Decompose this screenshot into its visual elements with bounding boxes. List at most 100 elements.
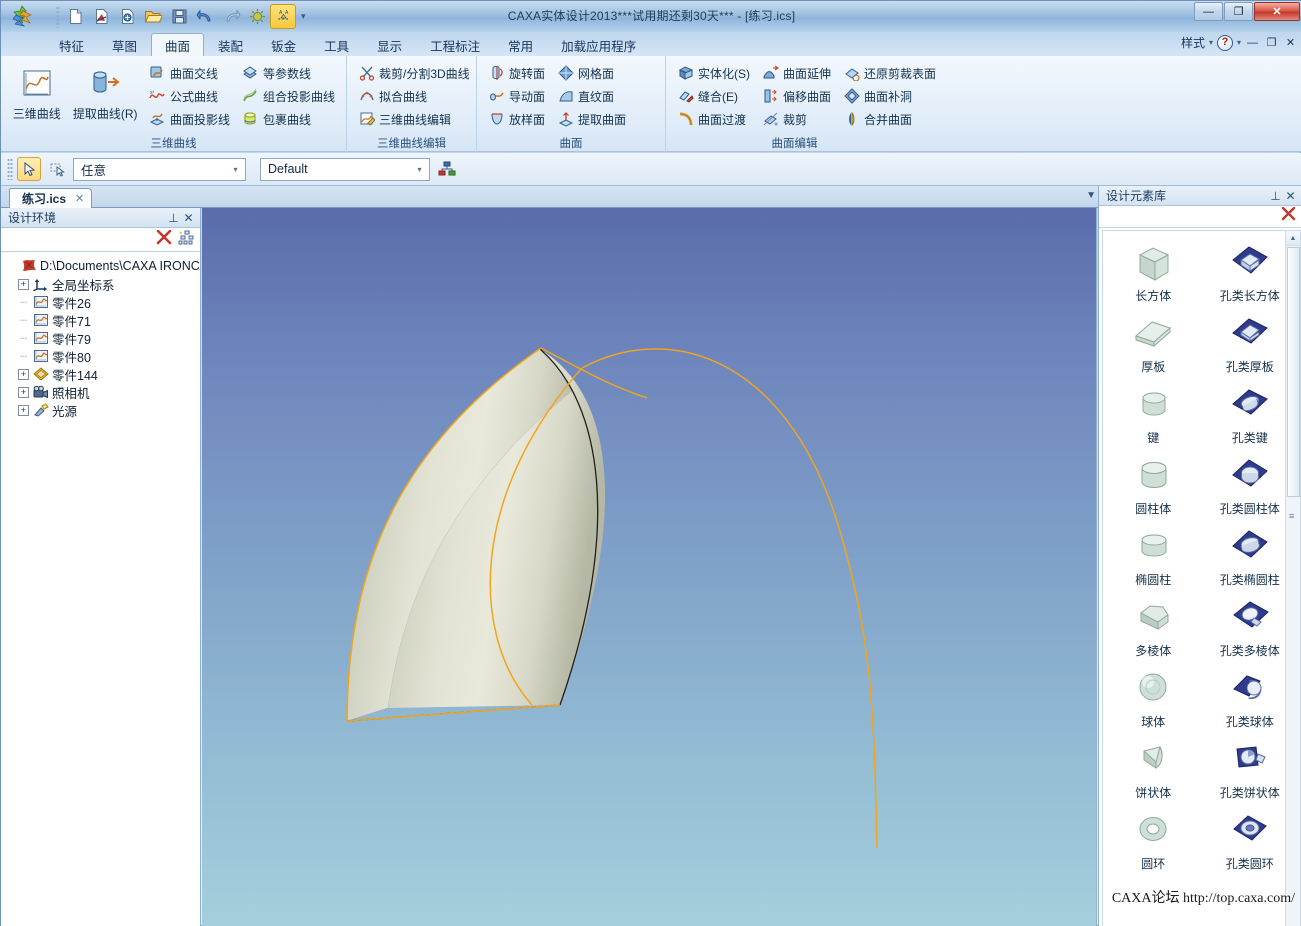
button-offset-surface[interactable]: 偏移曲面	[757, 85, 836, 107]
expander-icon[interactable]: +	[18, 278, 29, 290]
pin-icon[interactable]: ⊥	[166, 211, 181, 225]
arrow-select-icon[interactable]	[17, 157, 41, 181]
button-combined-projection-curve[interactable]: 组合投影曲线	[237, 85, 340, 107]
new-part-icon[interactable]	[89, 5, 113, 28]
qat-gripper[interactable]	[56, 5, 60, 28]
close-button[interactable]: ✕	[1254, 2, 1300, 21]
tree-item-part144[interactable]: + 零件144	[4, 365, 200, 383]
library-item-sphere-hole[interactable]: 孔类球体	[1202, 663, 1299, 730]
tab-display[interactable]: 显示	[363, 33, 416, 56]
library-item-plate-hole[interactable]: 孔类厚板	[1202, 308, 1299, 375]
library-catalog[interactable]: 长方体 孔类长方体 厚板 孔类厚板 键 孔类键 圆柱体 孔类圆柱体 椭圆柱 孔类…	[1102, 230, 1301, 926]
tab-sketch[interactable]: 草图	[98, 33, 151, 56]
app-logo[interactable]	[1, 1, 41, 32]
minimize-button[interactable]: —	[1194, 2, 1223, 21]
doc-close-button[interactable]: ✕	[1283, 36, 1298, 49]
library-item-torus-hole[interactable]: 孔类圆环	[1202, 805, 1299, 872]
design-environment-close-icon[interactable]: ✕	[181, 211, 196, 225]
style-label[interactable]: 样式	[1181, 34, 1205, 51]
button-extract-surface[interactable]: 提取曲面	[552, 108, 631, 130]
library-item-polyhedron[interactable]: 多棱体	[1105, 592, 1202, 659]
button-revolve-surface[interactable]: 旋转面	[483, 62, 550, 84]
style-dropdown-icon[interactable]: ▾	[1209, 38, 1213, 47]
tree-item-global-cs[interactable]: + 全局坐标系	[4, 275, 200, 293]
toolbar-gripper[interactable]	[7, 158, 13, 180]
button-stitch[interactable]: 缝合(E)	[672, 85, 755, 107]
library-vertical-scrollbar[interactable]: ▲ ≡	[1285, 231, 1300, 926]
library-item-key-hole[interactable]: 孔类键	[1202, 379, 1299, 446]
document-tab-practice[interactable]: 练习.ics ✕	[9, 188, 93, 208]
button-3d-curve[interactable]: 三维曲线	[7, 60, 67, 123]
library-item-wedge[interactable]: 饼状体	[1105, 734, 1202, 801]
button-ruled-surface[interactable]: 直纹面	[552, 85, 631, 107]
tab-tools[interactable]: 工具	[310, 33, 363, 56]
library-pin-icon[interactable]: ⊥	[1268, 189, 1283, 203]
delete-icon[interactable]	[156, 229, 172, 250]
button-solidify[interactable]: 实体化(S)	[672, 62, 755, 84]
button-patch-hole[interactable]: 曲面补洞	[838, 85, 941, 107]
tab-common[interactable]: 常用	[494, 33, 547, 56]
tab-assembly[interactable]: 装配	[204, 33, 257, 56]
button-surface-blend[interactable]: 曲面过渡	[672, 108, 755, 130]
expander-icon[interactable]: +	[18, 368, 29, 380]
tab-sheetmetal[interactable]: 钣金	[257, 33, 310, 56]
button-surface-projection[interactable]: 曲面投影线	[144, 108, 235, 130]
tree-item-part79[interactable]: ┄ 零件79	[4, 329, 200, 347]
library-close-icon[interactable]: ✕	[1283, 189, 1298, 203]
library-item-elliptic-cylinder-hole[interactable]: 孔类椭圆柱	[1202, 521, 1299, 588]
library-item-torus[interactable]: 圆环	[1105, 805, 1202, 872]
tree-item-part26[interactable]: ┄ 零件26	[4, 293, 200, 311]
button-formula-curve[interactable]: x² 公式曲线	[144, 85, 235, 107]
button-trim-split-3d-curve[interactable]: 裁剪/分割3D曲线	[353, 62, 475, 84]
style-combo-dropdown-icon[interactable]: ▾	[412, 165, 427, 174]
library-item-polyhedron-hole[interactable]: 孔类多棱体	[1202, 592, 1299, 659]
new-drawing-icon[interactable]	[115, 5, 139, 28]
3d-viewport[interactable]	[202, 208, 1097, 926]
button-loft-surface[interactable]: 放样面	[483, 108, 550, 130]
tree-item-part71[interactable]: ┄ 零件71	[4, 311, 200, 329]
button-mesh-surface[interactable]: 网格面	[552, 62, 631, 84]
button-isoparametric-curve[interactable]: 等参数线	[237, 62, 340, 84]
library-item-cylinder-hole[interactable]: 孔类圆柱体	[1202, 450, 1299, 517]
button-trim[interactable]: 裁剪	[757, 108, 836, 130]
tab-features[interactable]: 特征	[45, 33, 98, 56]
tree-item-root[interactable]: D:\Documents\CAXA IRONC/	[4, 257, 200, 275]
undo-icon[interactable]	[193, 5, 217, 28]
button-extract-curve[interactable]: 提取曲线(R)	[67, 60, 144, 123]
library-item-box-hole[interactable]: 孔类长方体	[1202, 237, 1299, 304]
button-merge-surface[interactable]: 合并曲面	[838, 108, 941, 130]
library-item-cylinder[interactable]: 圆柱体	[1105, 450, 1202, 517]
button-surface-intersection[interactable]: 曲面交线	[144, 62, 235, 84]
button-fit-curve[interactable]: 拟合曲线	[353, 85, 475, 107]
tab-engineering-annotation[interactable]: 工程标注	[416, 33, 494, 56]
button-edit-3d-curve[interactable]: 三维曲线编辑	[353, 108, 475, 130]
open-icon[interactable]	[141, 5, 165, 28]
library-item-key[interactable]: 键	[1105, 379, 1202, 446]
tree-item-camera[interactable]: + 照相机	[4, 383, 200, 401]
library-clear-icon[interactable]	[1281, 206, 1296, 226]
expander-icon[interactable]: +	[18, 386, 29, 398]
save-icon[interactable]	[167, 5, 191, 28]
tab-surface[interactable]: 曲面	[151, 33, 205, 56]
style-combo[interactable]: Default ▾	[260, 157, 430, 181]
library-item-elliptic-cylinder[interactable]: 椭圆柱	[1105, 521, 1202, 588]
doc-minimize-button[interactable]: —	[1245, 37, 1260, 49]
doc-restore-button[interactable]: ❐	[1264, 36, 1279, 49]
box-select-icon[interactable]	[45, 157, 69, 181]
smart-dimension-icon[interactable]: AAaaa	[270, 4, 296, 29]
redo-icon[interactable]	[219, 5, 243, 28]
library-item-sphere[interactable]: 球体	[1105, 663, 1202, 730]
library-item-box[interactable]: 长方体	[1105, 237, 1202, 304]
document-tab-close-icon[interactable]: ✕	[75, 192, 84, 205]
help-dropdown-icon[interactable]: ▾	[1237, 38, 1241, 47]
qat-more-icon[interactable]: ▾	[301, 11, 306, 22]
maximize-button[interactable]: ❐	[1224, 2, 1253, 21]
document-tab-dropdown-icon[interactable]: ▼	[1086, 190, 1096, 201]
scrollbar-thumb[interactable]	[1287, 247, 1300, 497]
tree-structure-icon[interactable]	[178, 230, 195, 250]
library-item-wedge-hole[interactable]: 孔类饼状体	[1202, 734, 1299, 801]
button-sweep-surface[interactable]: 导动面	[483, 85, 550, 107]
new-document-icon[interactable]	[63, 5, 87, 28]
design-tree[interactable]: D:\Documents\CAXA IRONC/ + 全局坐标系 ┄ 零件26 …	[1, 252, 200, 926]
expander-icon[interactable]: +	[18, 404, 29, 416]
